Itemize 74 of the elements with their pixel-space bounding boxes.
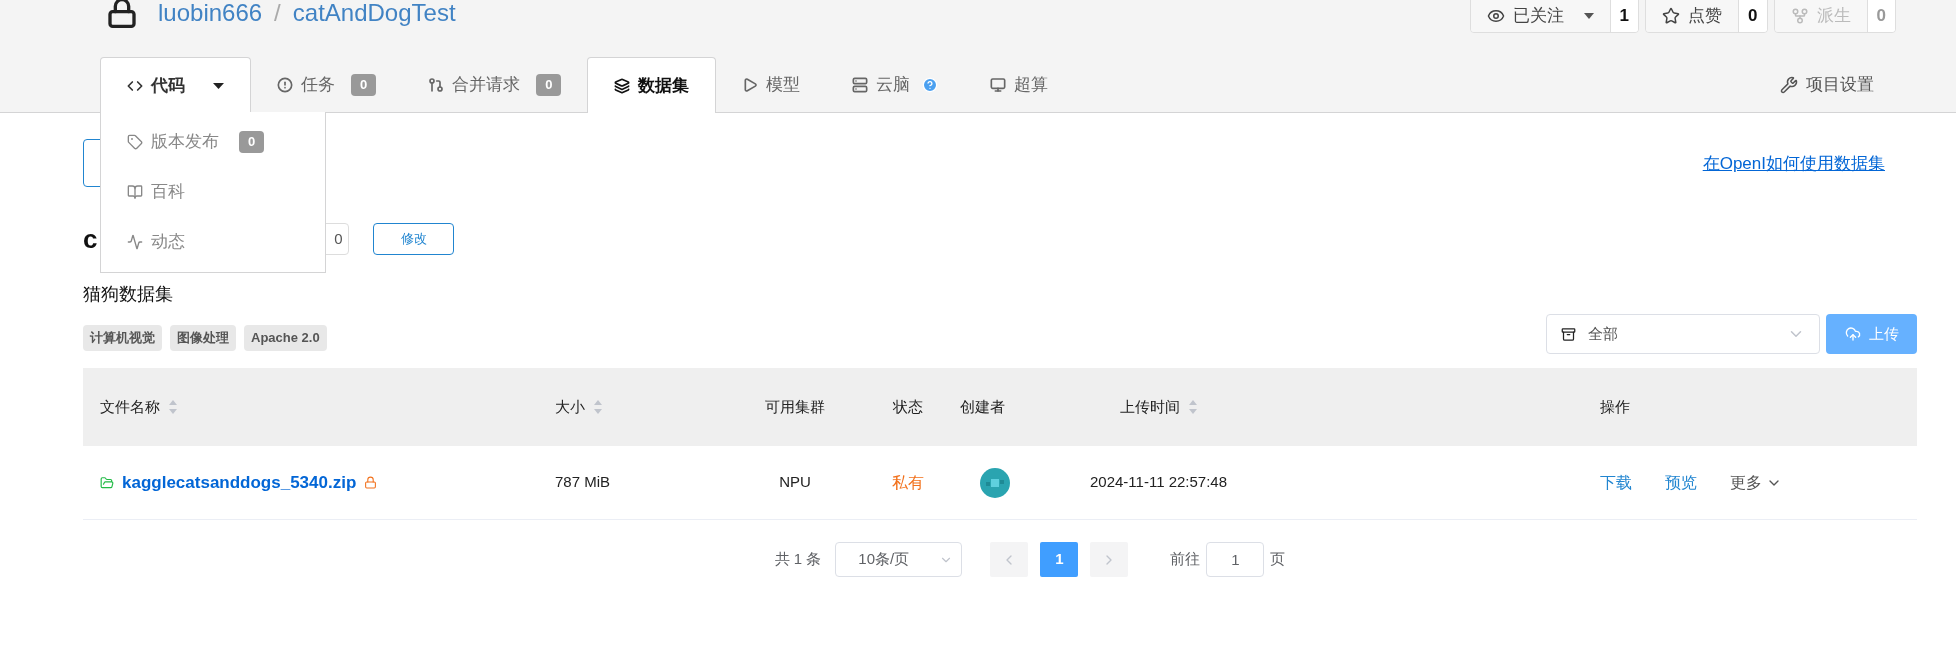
count-label: 1 bbox=[1609, 0, 1639, 32]
cabinet-icon bbox=[1561, 326, 1576, 342]
column-header: 文件名称 bbox=[100, 395, 555, 419]
book-icon bbox=[127, 184, 143, 200]
tab[interactable]: 超算 bbox=[964, 57, 1075, 113]
count-badge: 0 bbox=[536, 74, 562, 96]
tag[interactable]: 图像处理 bbox=[170, 325, 236, 351]
more-button[interactable]: 更多 bbox=[1730, 470, 1782, 495]
count-badge: 0 bbox=[239, 131, 265, 153]
eye-icon bbox=[1486, 7, 1505, 25]
filter-select[interactable]: 全部 bbox=[1546, 314, 1820, 354]
sort-icon[interactable] bbox=[593, 399, 603, 415]
pull-request-icon bbox=[428, 77, 445, 93]
row-action-link[interactable]: 预览 bbox=[1665, 470, 1697, 495]
caret-icon bbox=[213, 82, 224, 89]
goto-label: 前往 bbox=[1170, 549, 1201, 570]
alert-icon bbox=[277, 77, 293, 93]
menu-item[interactable]: 百科 bbox=[101, 167, 325, 217]
caret-icon bbox=[1583, 13, 1594, 19]
layers-icon bbox=[614, 77, 631, 94]
help-link[interactable]: 在OpenI如何使用数据集 bbox=[1702, 151, 1885, 177]
count-label: 0 bbox=[1866, 0, 1895, 32]
row-action-link[interactable]: 下载 bbox=[1600, 470, 1632, 495]
star-icon bbox=[1662, 7, 1681, 25]
column-header: 上传时间 bbox=[1090, 395, 1600, 419]
folder-icon bbox=[100, 475, 114, 490]
upload-icon bbox=[1844, 326, 1861, 342]
table-cell-text: 787 MiB bbox=[555, 472, 612, 493]
fork-icon bbox=[1790, 7, 1809, 25]
file-link[interactable]: kagglecatsanddogs_5340.zip bbox=[122, 469, 357, 496]
page-button[interactable]: 1 bbox=[1040, 542, 1079, 577]
page-size-select[interactable]: 10条/页 bbox=[835, 542, 963, 577]
edit-button[interactable]: 修改 bbox=[373, 223, 455, 255]
column-header: 操作 bbox=[1600, 396, 1631, 417]
tab[interactable]: 云脑 bbox=[826, 57, 965, 113]
tab[interactable]: 模型 bbox=[716, 57, 827, 113]
lock-icon bbox=[106, 0, 138, 29]
column-header: 状态 bbox=[891, 396, 924, 417]
column-header: 可用集群 bbox=[764, 396, 826, 417]
server-icon bbox=[852, 77, 869, 93]
tag[interactable]: Apache 2.0 bbox=[244, 325, 327, 351]
settings-tab[interactable]: 项目设置 bbox=[1780, 57, 1896, 113]
count-label: 0 bbox=[1738, 0, 1767, 32]
table-cell-text: 2024-11-11 22:57:48 bbox=[1090, 472, 1229, 493]
dataset-title: c bbox=[83, 222, 98, 256]
prev-page-button[interactable] bbox=[990, 542, 1029, 577]
sort-icon[interactable] bbox=[168, 399, 178, 415]
sort-icon[interactable] bbox=[1188, 399, 1198, 415]
column-header: 大小 bbox=[555, 395, 735, 419]
count-badge: 0 bbox=[351, 74, 377, 96]
tab[interactable]: 合并请求 0 bbox=[402, 57, 588, 113]
monitor-icon bbox=[990, 77, 1007, 93]
tab[interactable]: 任务 0 bbox=[251, 57, 403, 113]
total-count: 共 1 条 bbox=[774, 549, 822, 570]
column-header: 创建者 bbox=[960, 396, 1006, 417]
tag[interactable]: 计算机视觉 bbox=[83, 325, 162, 351]
goto-page-field[interactable]: 1 bbox=[1206, 542, 1265, 577]
page-suffix: 页 bbox=[1270, 549, 1286, 570]
menu-item[interactable]: 版本发布 0 bbox=[101, 117, 325, 167]
pulse-icon bbox=[127, 234, 143, 250]
status-label: 私有 bbox=[890, 472, 925, 493]
play-icon bbox=[742, 77, 759, 93]
tag-icon bbox=[127, 134, 143, 150]
path-separator: / bbox=[274, 0, 281, 28]
help-icon[interactable] bbox=[922, 77, 939, 93]
table-cell-text: NPU bbox=[778, 472, 812, 493]
avatar bbox=[980, 467, 1010, 498]
repo-name-link[interactable]: catAndDogTest bbox=[292, 0, 456, 31]
tab[interactable]: 数据集 bbox=[587, 57, 717, 113]
tab[interactable]: 代码 bbox=[100, 57, 251, 113]
repo-owner-link[interactable]: luobin666 bbox=[158, 0, 263, 31]
dataset-description: 猫狗数据集 bbox=[83, 283, 174, 306]
wrench-icon bbox=[1780, 76, 1798, 94]
next-page-button[interactable] bbox=[1090, 542, 1129, 577]
